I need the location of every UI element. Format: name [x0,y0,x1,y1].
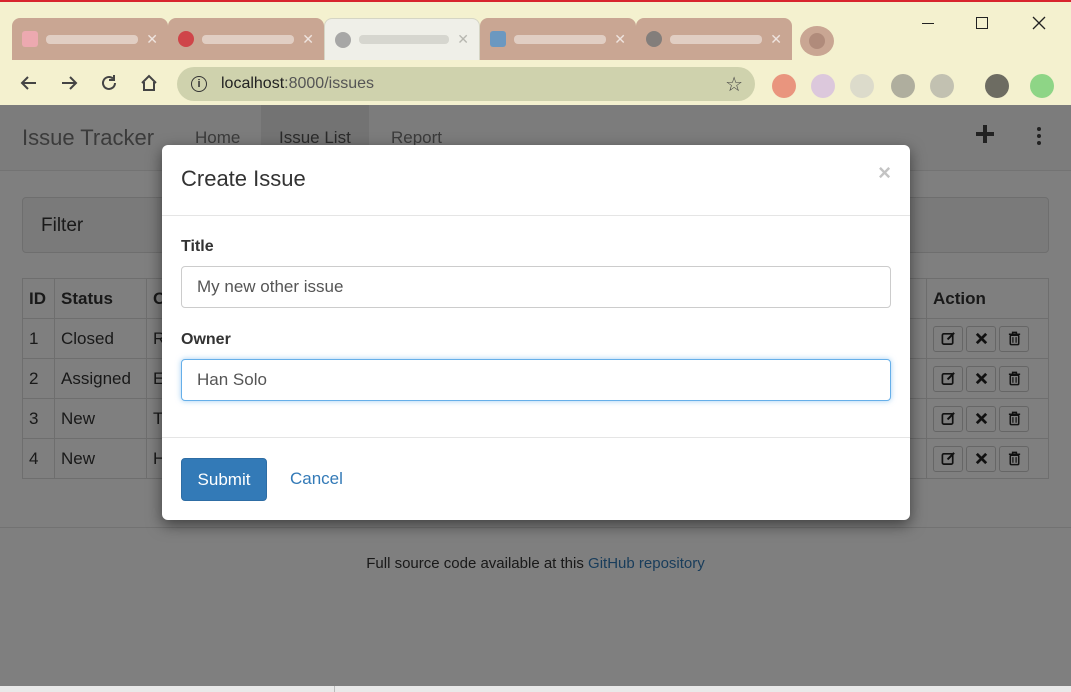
tab-favicon [646,31,662,47]
home-icon[interactable] [137,71,161,95]
extension-icon[interactable] [850,74,874,98]
browser-tab-5[interactable]: ✕ [636,18,792,60]
tab-favicon [22,31,38,47]
extension-icon[interactable] [1030,74,1054,98]
modal-title: Create Issue [181,166,306,191]
tab-close-icon[interactable]: ✕ [457,31,469,48]
extension-icon[interactable] [930,74,954,98]
modal-footer: Submit Cancel [162,438,910,519]
browser-tab-2[interactable]: ✕ [168,18,324,60]
extension-icon[interactable] [811,74,835,98]
create-issue-modal: Create Issue × Title Owner Submit Cancel [162,145,910,520]
browser-tab-1[interactable]: ✕ [12,18,168,60]
submit-button[interactable]: Submit [181,458,267,501]
back-arrow-icon[interactable] [17,71,41,95]
cancel-link[interactable]: Cancel [290,469,343,489]
tab-close-icon[interactable]: ✕ [302,31,314,48]
minimize-icon[interactable] [908,10,948,36]
owner-label: Owner [181,331,231,348]
title-label: Title [181,238,214,255]
profile-avatar-icon[interactable] [800,26,834,56]
extension-icon[interactable] [772,74,796,98]
tab-favicon [178,31,194,47]
extension-icon[interactable] [891,74,915,98]
title-input[interactable] [181,266,891,308]
page-content: Issue Tracker Home Issue List Report Fil… [0,105,1071,692]
tab-close-icon[interactable]: ✕ [770,31,782,48]
reload-icon[interactable] [97,71,121,95]
browser-tab-4[interactable]: ✕ [480,18,636,60]
tab-favicon [335,31,351,48]
forward-arrow-icon[interactable] [57,71,81,95]
browser-chrome: ✕ ✕ ✕ ✕ ✕ i localhost:8000/issues ☆ [0,0,1071,105]
window-bottom-edge [0,686,1071,692]
tab-close-icon[interactable]: ✕ [614,31,626,48]
tab-favicon [490,31,506,47]
tab-close-icon[interactable]: ✕ [146,31,158,48]
window-close-icon[interactable] [1019,10,1059,36]
modal-header: Create Issue × [162,145,910,216]
tab-strip: ✕ ✕ ✕ ✕ ✕ [0,2,1071,60]
modal-body: Title Owner [162,216,910,438]
extension-icon[interactable] [985,74,1009,98]
owner-input[interactable] [181,359,891,401]
modal-close-icon[interactable]: × [878,161,891,185]
site-info-icon[interactable]: i [191,76,207,92]
browser-tab-active[interactable]: ✕ [324,18,480,60]
browser-toolbar: i localhost:8000/issues ☆ [0,60,1071,107]
maximize-icon[interactable] [962,10,1002,36]
bookmark-star-icon[interactable]: ☆ [725,72,743,97]
address-bar[interactable]: i localhost:8000/issues ☆ [177,67,755,101]
address-url[interactable]: localhost:8000/issues [221,75,725,93]
